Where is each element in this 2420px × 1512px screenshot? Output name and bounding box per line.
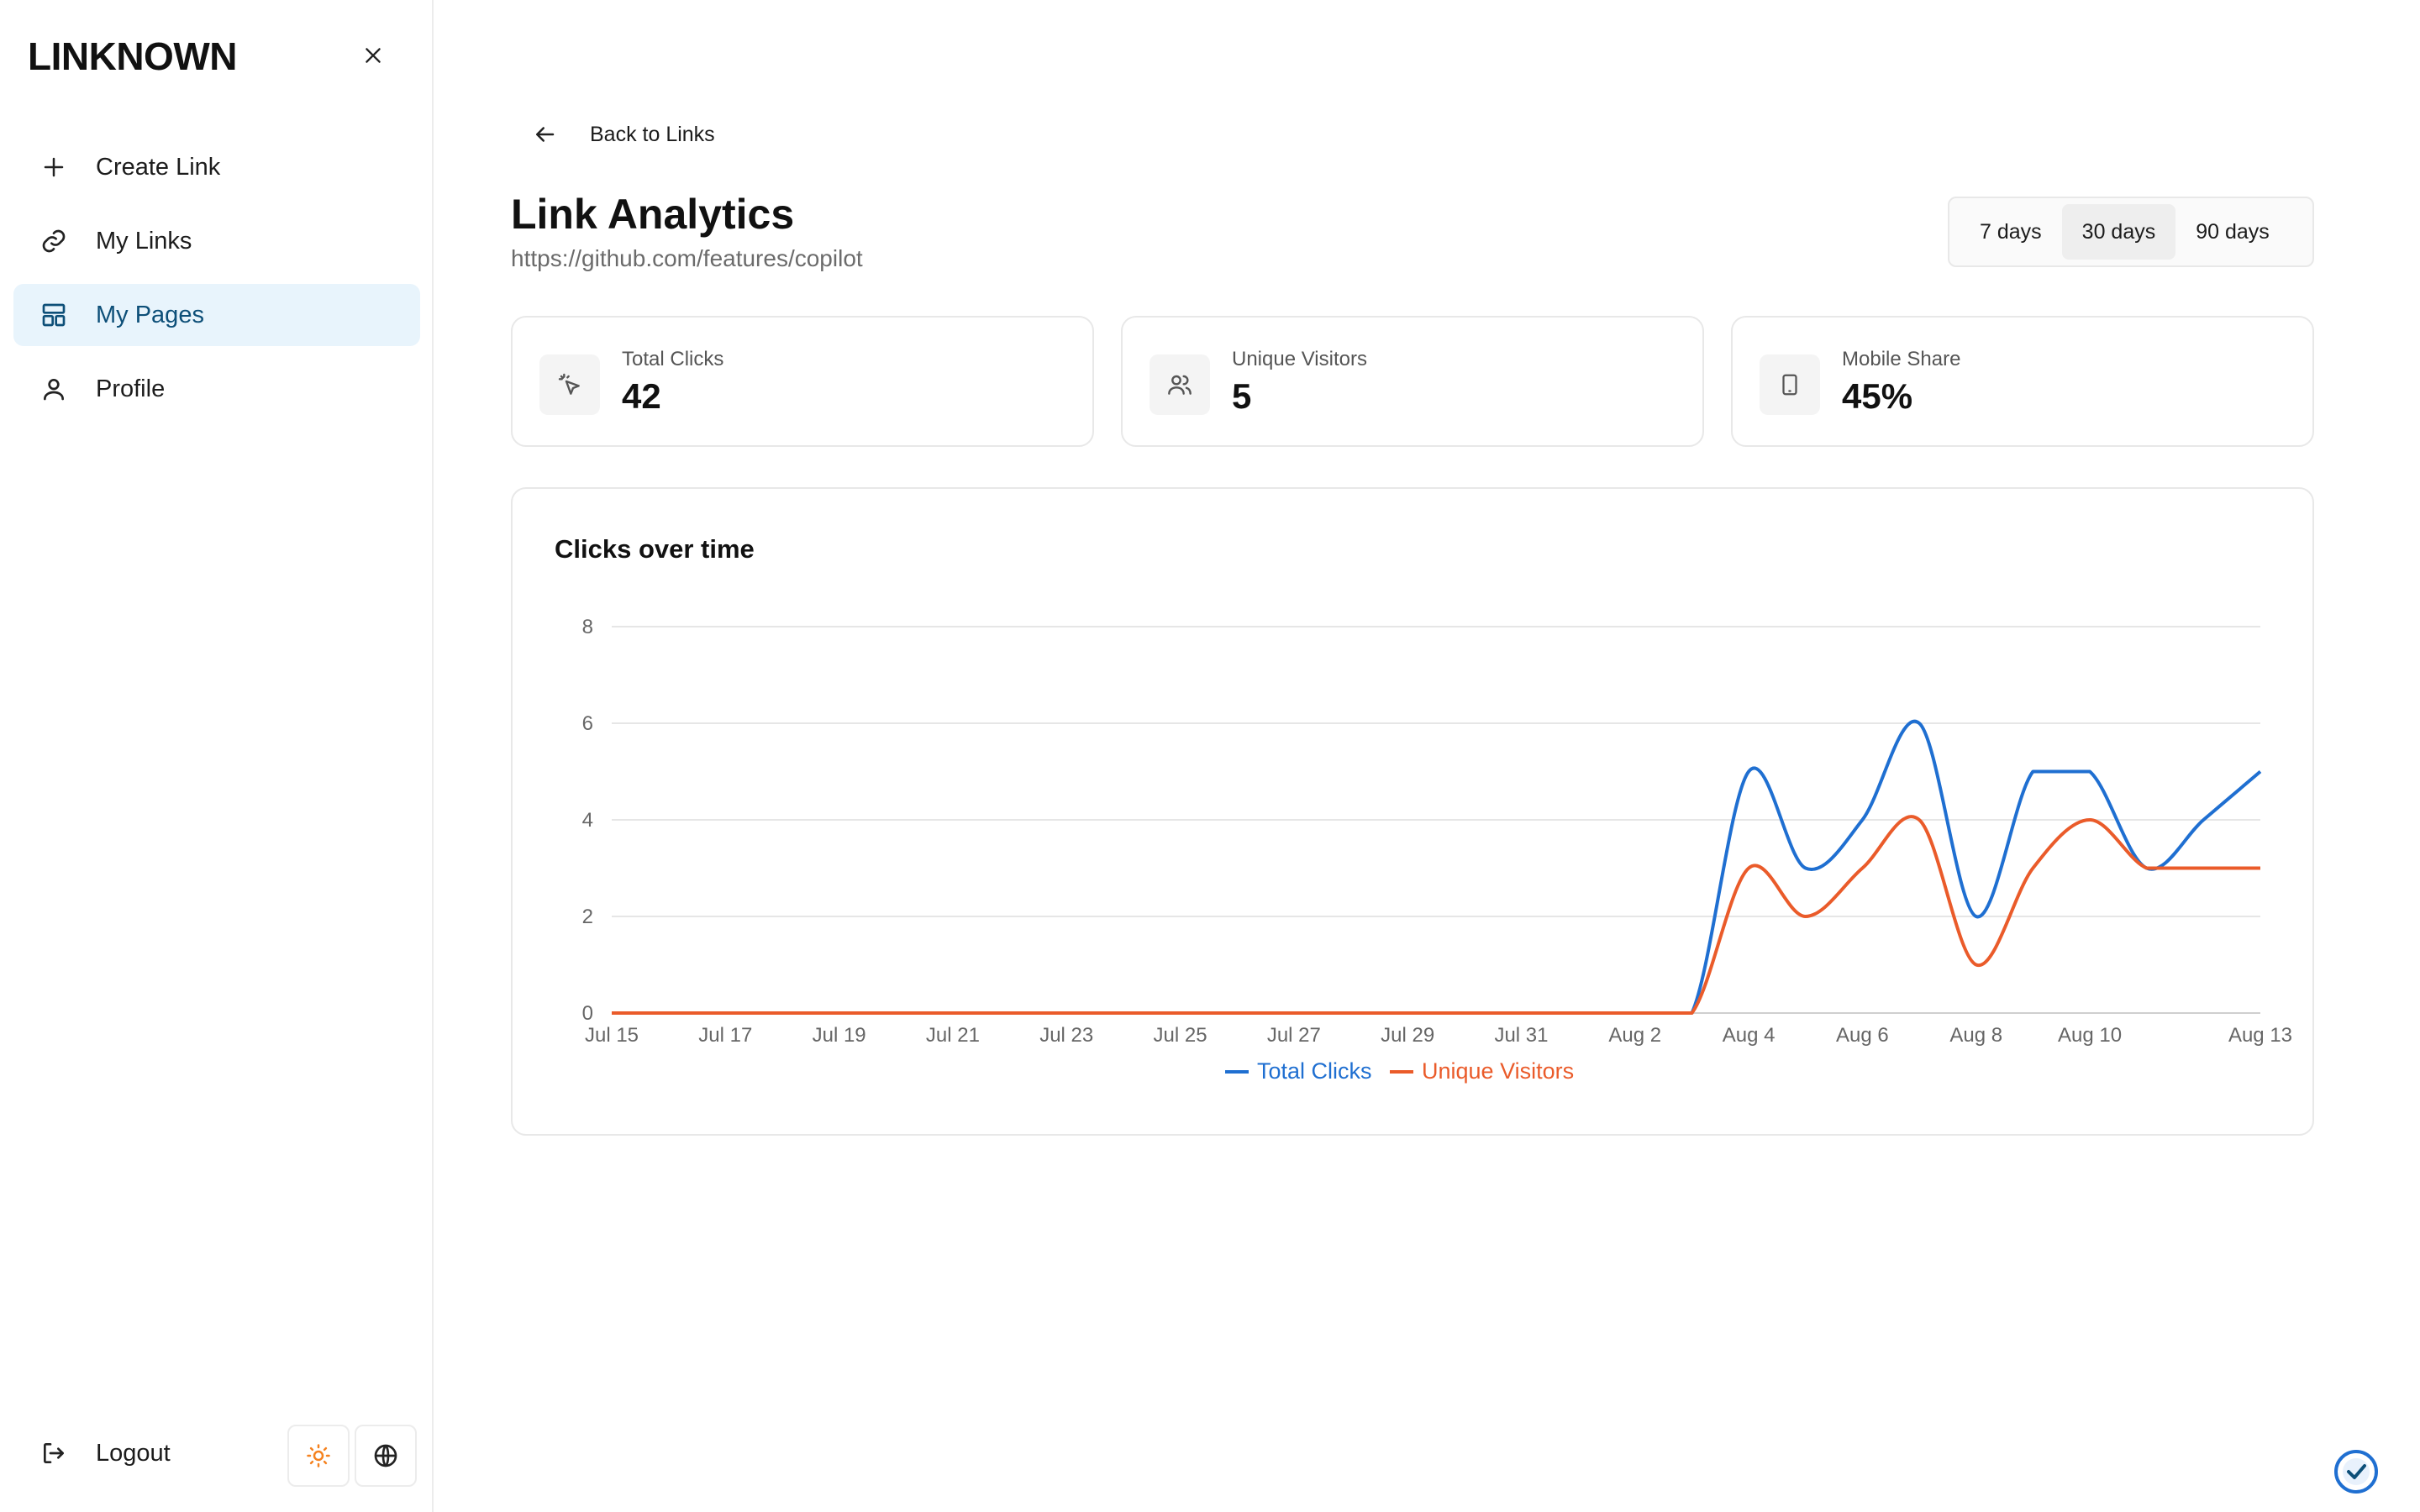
sidebar-item-profile[interactable]: Profile [13, 358, 420, 420]
stat-card-unique-visitors: Unique Visitors 5 [1121, 316, 1704, 447]
logout-button[interactable]: Logout [39, 1438, 171, 1468]
globe-icon [374, 1444, 397, 1467]
layout-icon [39, 300, 69, 330]
page-title: Link Analytics [511, 191, 795, 238]
close-sidebar-button[interactable] [358, 40, 388, 71]
theme-toggle-button[interactable] [287, 1425, 350, 1487]
series-line-total-clicks [612, 719, 2262, 1015]
clicks-chart-card: Clicks over time 0 2 4 6 8 Jul 15 Jul 17 Jul 19… [511, 487, 2314, 1136]
sidebar-nav: Create Link My Links My Pages Profile [13, 136, 420, 432]
series-line-unique-visitors [612, 815, 2260, 1015]
clicks-line-chart: 0 2 4 6 8 Jul 15 Jul 17 Jul 19 Jul 21 Jul 23 Jul 2… [582, 616, 2292, 1084]
brand-logo: LINKNOWN [28, 34, 237, 78]
x-tick-label: Aug 8 [1949, 1024, 2002, 1047]
y-tick-label: 6 [582, 712, 593, 735]
sidebar-item-my-pages[interactable]: My Pages [13, 284, 420, 346]
link-icon [39, 226, 69, 256]
stat-value: 45% [1842, 376, 1913, 416]
logout-icon [39, 1438, 69, 1468]
sun-icon [307, 1444, 330, 1467]
back-to-links-link[interactable]: Back to Links [528, 118, 715, 151]
x-tick-label: Aug 6 [1836, 1024, 1889, 1047]
language-button[interactable] [355, 1425, 417, 1487]
users-icon [1150, 354, 1210, 415]
sidebar-item-label: Profile [96, 375, 166, 402]
x-tick-label: Aug 4 [1723, 1024, 1776, 1047]
sidebar-item-label: Create Link [96, 153, 221, 181]
back-label: Back to Links [590, 122, 715, 146]
y-tick-label: 4 [582, 809, 593, 832]
sidebar-item-my-links[interactable]: My Links [13, 210, 420, 272]
y-tick-label: 0 [582, 1002, 593, 1025]
range-90-days[interactable]: 90 days [2175, 204, 2290, 260]
range-30-days[interactable]: 30 days [2061, 204, 2176, 260]
verified-badge-icon[interactable] [2333, 1448, 2380, 1495]
x-tick-label: Jul 27 [1267, 1024, 1321, 1047]
x-tick-label: Jul 23 [1039, 1024, 1093, 1047]
x-tick-label: Jul 21 [926, 1024, 980, 1047]
sidebar-item-label: My Pages [96, 301, 204, 328]
date-range-selector: 7 days 30 days 90 days [1948, 197, 2314, 267]
range-7-days[interactable]: 7 days [1960, 204, 2062, 260]
stat-label: Total Clicks [622, 348, 724, 370]
x-tick-label: Aug 13 [2228, 1024, 2292, 1047]
sidebar-item-label: My Links [96, 227, 192, 255]
sidebar: LINKNOWN Create Link My Links My Pages P… [0, 0, 434, 1512]
x-tick-label: Jul 15 [585, 1024, 639, 1047]
x-tick-label: Jul 29 [1381, 1024, 1434, 1047]
y-tick-label: 8 [582, 616, 593, 638]
x-tick-label: Aug 2 [1608, 1024, 1661, 1047]
arrow-left-icon [528, 118, 561, 151]
stat-card-total-clicks: Total Clicks 42 [511, 316, 1094, 447]
link-url: https://github.com/features/copilot [511, 245, 863, 271]
close-icon [366, 48, 381, 63]
cursor-click-icon [539, 354, 600, 415]
legend-item-unique-visitors[interactable]: Unique Visitors [1422, 1058, 1574, 1084]
stat-value: 5 [1232, 376, 1252, 416]
stat-card-mobile-share: Mobile Share 45% [1731, 316, 2314, 447]
stat-value: 42 [622, 376, 661, 416]
legend-item-total-clicks[interactable]: Total Clicks [1257, 1058, 1372, 1084]
stat-label: Unique Visitors [1232, 348, 1367, 370]
plus-icon [39, 152, 69, 182]
x-tick-label: Jul 19 [813, 1024, 866, 1047]
user-icon [39, 374, 69, 404]
stat-label: Mobile Share [1842, 348, 1961, 370]
y-tick-label: 2 [582, 906, 593, 928]
x-tick-label: Jul 31 [1494, 1024, 1548, 1047]
tablet-icon [1760, 354, 1820, 415]
x-tick-label: Jul 17 [698, 1024, 752, 1047]
x-tick-label: Jul 25 [1154, 1024, 1207, 1047]
logout-label: Logout [96, 1439, 171, 1467]
sidebar-item-create-link[interactable]: Create Link [13, 136, 420, 198]
x-tick-label: Aug 10 [2058, 1024, 2122, 1047]
